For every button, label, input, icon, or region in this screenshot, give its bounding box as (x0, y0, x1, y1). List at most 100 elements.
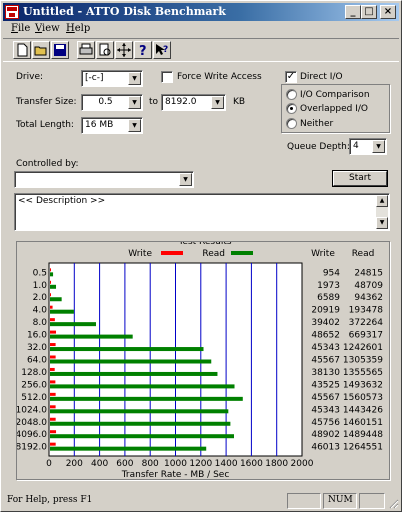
svg-text:?: ? (163, 45, 168, 55)
read-value-0.5: 24815 (354, 268, 383, 278)
direct-io-label: Direct I/O (300, 72, 343, 82)
y-tick-8192.0: 8192.0 (17, 443, 47, 453)
read-value-64.0: 1305359 (343, 356, 383, 366)
transfer-from-select[interactable]: 0.5 ▼ (81, 94, 143, 111)
overlapped-io-radio[interactable] (286, 103, 297, 114)
menu-file[interactable]: File (11, 23, 30, 34)
chevron-down-icon[interactable]: ▼ (128, 72, 141, 85)
read-bar-4096.0 (50, 434, 234, 439)
move-icon[interactable] (115, 41, 133, 59)
read-value-2048.0: 1460151 (343, 418, 383, 428)
write-bar-8192.0 (50, 442, 56, 446)
maximize-button[interactable]: □ (361, 5, 377, 19)
read-bar-64.0 (50, 359, 212, 364)
print-icon[interactable] (77, 41, 95, 59)
menu-help-hotkey: H (66, 23, 75, 34)
open-folder-icon[interactable] (32, 41, 50, 59)
close-button[interactable]: × (380, 5, 396, 19)
chevron-down-icon[interactable]: ▼ (211, 96, 224, 109)
save-icon[interactable] (51, 41, 69, 59)
x-tick-800: 800 (142, 459, 159, 469)
write-bar-4096.0 (50, 430, 57, 434)
read-bar-8192.0 (50, 446, 207, 451)
write-bar-64.0 (50, 355, 56, 359)
total-length-select[interactable]: 16 MB ▼ (81, 117, 143, 134)
write-value-8192.0: 46013 (311, 443, 340, 453)
read-value-512.0: 1560573 (343, 393, 383, 403)
menu-help[interactable]: Help (66, 23, 90, 34)
write-value-64.0: 45567 (311, 356, 340, 366)
read-bar-4.0 (50, 309, 74, 314)
write-value-32.0: 45343 (311, 343, 340, 353)
queue-depth-select[interactable]: 4 ▼ (349, 138, 387, 155)
read-bar-512.0 (50, 396, 243, 401)
title-bar[interactable]: Untitled - ATTO Disk Benchmark _ □ × (3, 3, 399, 21)
window-title: Untitled - ATTO Disk Benchmark (23, 5, 226, 18)
write-bar-128.0 (50, 367, 55, 371)
read-value-8.0: 372264 (349, 318, 384, 328)
print-preview-icon[interactable] (96, 41, 114, 59)
menu-view-hotkey: V (35, 23, 43, 34)
x-tick-1200: 1200 (189, 459, 212, 469)
chevron-down-icon[interactable]: ▼ (128, 119, 141, 132)
context-help-icon[interactable]: ? (153, 41, 171, 59)
description-scrollbar[interactable]: ▲ ▼ (376, 195, 388, 229)
direct-io-checkbox[interactable]: ✓ (285, 71, 297, 83)
y-tick-256.0: 256.0 (21, 380, 47, 390)
x-tick-600: 600 (116, 459, 133, 469)
chevron-down-icon[interactable]: ▼ (128, 96, 141, 109)
write-value-8.0: 39402 (311, 318, 340, 328)
menu-file-hotkey: F (11, 23, 18, 34)
write-bar-1.0 (50, 280, 51, 284)
description-textarea[interactable]: << Description >> ▲ ▼ (14, 193, 390, 231)
write-bar-32.0 (50, 343, 56, 347)
legend-label-write: Write (128, 249, 152, 259)
io-comparison-radio[interactable] (286, 89, 297, 100)
y-tick-128.0: 128.0 (21, 368, 47, 378)
help-icon[interactable]: ? (134, 41, 152, 59)
column-header-read: Read (352, 249, 375, 259)
read-value-32.0: 1242601 (343, 343, 383, 353)
status-cell-empty-2 (359, 493, 385, 509)
neither-radio[interactable] (286, 118, 297, 129)
toolbar: ? ? (3, 38, 399, 62)
new-file-icon[interactable] (13, 41, 31, 59)
atto-app-icon[interactable] (5, 5, 19, 19)
y-tick-16.0: 16.0 (27, 331, 47, 341)
drive-value: [-c-] (85, 73, 104, 83)
chevron-down-icon[interactable]: ▼ (372, 140, 385, 153)
y-tick-8.0: 8.0 (33, 318, 48, 328)
x-axis-label: Transfer Rate - MB / Sec (121, 470, 230, 480)
menu-help-rest: elp (74, 23, 91, 34)
total-length-value: 16 MB (85, 120, 114, 130)
force-write-checkbox[interactable] (161, 71, 173, 83)
chevron-down-icon[interactable]: ▼ (179, 173, 192, 186)
total-length-label: Total Length: (16, 120, 74, 130)
size-grip-icon[interactable] (387, 497, 399, 509)
transfer-to-select[interactable]: 8192.0 ▼ (161, 94, 226, 111)
y-tick-64.0: 64.0 (27, 356, 47, 366)
write-bar-16.0 (50, 330, 57, 334)
y-tick-32.0: 32.0 (27, 343, 47, 353)
controlled-by-select[interactable]: ▼ (14, 171, 194, 188)
read-bar-128.0 (50, 371, 218, 376)
legend-swatch-read (231, 251, 253, 255)
transfer-to-value: 8192.0 (165, 97, 197, 107)
x-tick-1600: 1600 (240, 459, 263, 469)
drive-label: Drive: (16, 72, 44, 82)
start-button[interactable]: Start (333, 171, 387, 186)
transfer-from-value: 0.5 (98, 97, 113, 107)
menu-view[interactable]: View (35, 23, 60, 34)
drive-select[interactable]: [-c-] ▼ (81, 70, 143, 87)
read-bar-1.0 (50, 284, 57, 289)
write-bar-2048.0 (50, 417, 56, 421)
description-text: << Description >> (18, 196, 106, 206)
scroll-up-icon[interactable]: ▲ (376, 195, 388, 207)
minimize-button[interactable]: _ (345, 5, 361, 19)
scroll-down-icon[interactable]: ▼ (376, 217, 388, 229)
x-tick-1800: 1800 (265, 459, 288, 469)
y-tick-4.0: 4.0 (33, 306, 48, 316)
x-tick-200: 200 (66, 459, 83, 469)
write-value-1024.0: 45343 (311, 405, 340, 415)
force-write-label: Force Write Access (177, 72, 262, 82)
